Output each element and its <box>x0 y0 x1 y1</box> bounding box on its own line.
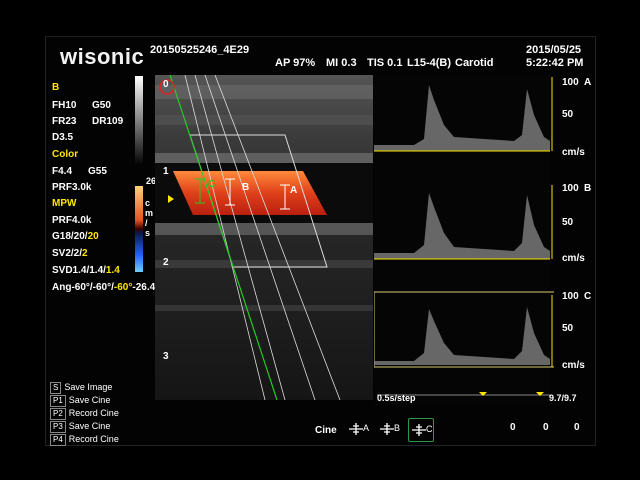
scale-c-unit: cm/s <box>562 360 585 371</box>
panel-c-label: C <box>584 291 592 302</box>
depth-mark-0: 0 <box>163 79 169 90</box>
scale-b-unit: cm/s <box>562 253 585 264</box>
exam-time: 5:22:42 PM <box>526 57 584 69</box>
probe-name: L15-4(B) <box>407 57 452 69</box>
thermal-index: TIS 0.1 <box>367 57 403 69</box>
param-sv-depth: SVD1.4/1.4/1.4 <box>52 265 120 276</box>
color-velocity-bar <box>135 186 143 272</box>
color-mode-title: Color <box>52 149 79 160</box>
gate-b-label: B <box>242 182 249 193</box>
scale-c-50: 50 <box>562 323 574 334</box>
mechanical-index: MI 0.3 <box>326 57 357 69</box>
param-gain: G50 <box>92 100 111 111</box>
grayscale-bar <box>135 76 143 166</box>
menu-p3-save-cine[interactable]: P3 Save Cine <box>50 421 110 433</box>
doppler-spectrum-panel[interactable] <box>374 75 554 405</box>
counter-3: 0 <box>574 422 580 433</box>
exam-preset: Carotid <box>455 57 494 69</box>
cine-label: Cine <box>315 425 337 436</box>
acoustic-power: AP 97% <box>275 57 316 69</box>
param-color-prf: PRF3.0k <box>52 182 92 193</box>
depth-mark-3: 3 <box>163 351 169 362</box>
param-dr: DR109 <box>92 116 124 127</box>
study-id: 20150525246_4E29 <box>150 44 250 56</box>
cine-gate-c-button[interactable]: C <box>408 418 434 442</box>
b-mode-image[interactable]: C B A 0 1 2 3 <box>155 75 373 400</box>
scale-b-50: 50 <box>562 217 574 228</box>
mpw-mode-title: MPW <box>52 198 77 209</box>
menu-p4-record-cine[interactable]: P4 Record Cine <box>50 434 119 446</box>
depth-mark-2: 2 <box>163 257 169 268</box>
scale-c-100: 100 <box>562 291 579 302</box>
panel-a-label: A <box>584 77 592 88</box>
param-sample-volume: SV2/2/2 <box>52 248 88 259</box>
param-pw-gain: G18/20/20 <box>52 231 99 242</box>
param-color-gain: G55 <box>88 166 107 177</box>
menu-save-image[interactable]: S Save Image <box>50 382 112 394</box>
counter-2: 0 <box>543 422 549 433</box>
gate-a-label: A <box>290 185 297 196</box>
color-scale-unit: c m / s <box>145 198 154 238</box>
scale-b-100: 100 <box>562 183 579 194</box>
cine-gate-b-button[interactable]: B <box>377 418 401 440</box>
cursor-cross-icon <box>412 424 426 436</box>
cursor-cross-icon <box>349 423 363 435</box>
cine-gate-a-button[interactable]: A <box>346 418 370 440</box>
param-angle: Ang-60°/-60°/-60°-26.4 <box>52 282 156 293</box>
counter-1: 0 <box>510 422 516 433</box>
param-fr: FR23 <box>52 116 77 127</box>
b-mode-title: B <box>52 82 60 93</box>
panel-b-label: B <box>584 183 592 194</box>
gate-c-label: C <box>208 179 215 190</box>
exam-date: 2015/05/25 <box>526 44 582 56</box>
param-pw-prf: PRF4.0k <box>52 215 92 226</box>
menu-p2-record-cine[interactable]: P2 Record Cine <box>50 408 119 420</box>
param-depth: D3.5 <box>52 132 74 143</box>
brand-logo: wisonic <box>60 44 145 69</box>
depth-mark-1: 1 <box>163 166 169 177</box>
cursor-cross-icon <box>380 423 394 435</box>
cine-frame-ratio: 9.7/9.7 <box>549 393 577 403</box>
scale-a-100: 100 <box>562 77 579 88</box>
scale-a-unit: cm/s <box>562 147 585 158</box>
param-color-freq: F4.4 <box>52 166 73 177</box>
param-fh: FH10 <box>52 100 77 111</box>
menu-p1-save-cine[interactable]: P1 Save Cine <box>50 395 110 407</box>
scale-a-50: 50 <box>562 109 574 120</box>
sweep-speed: 0.5s/step <box>377 393 416 403</box>
